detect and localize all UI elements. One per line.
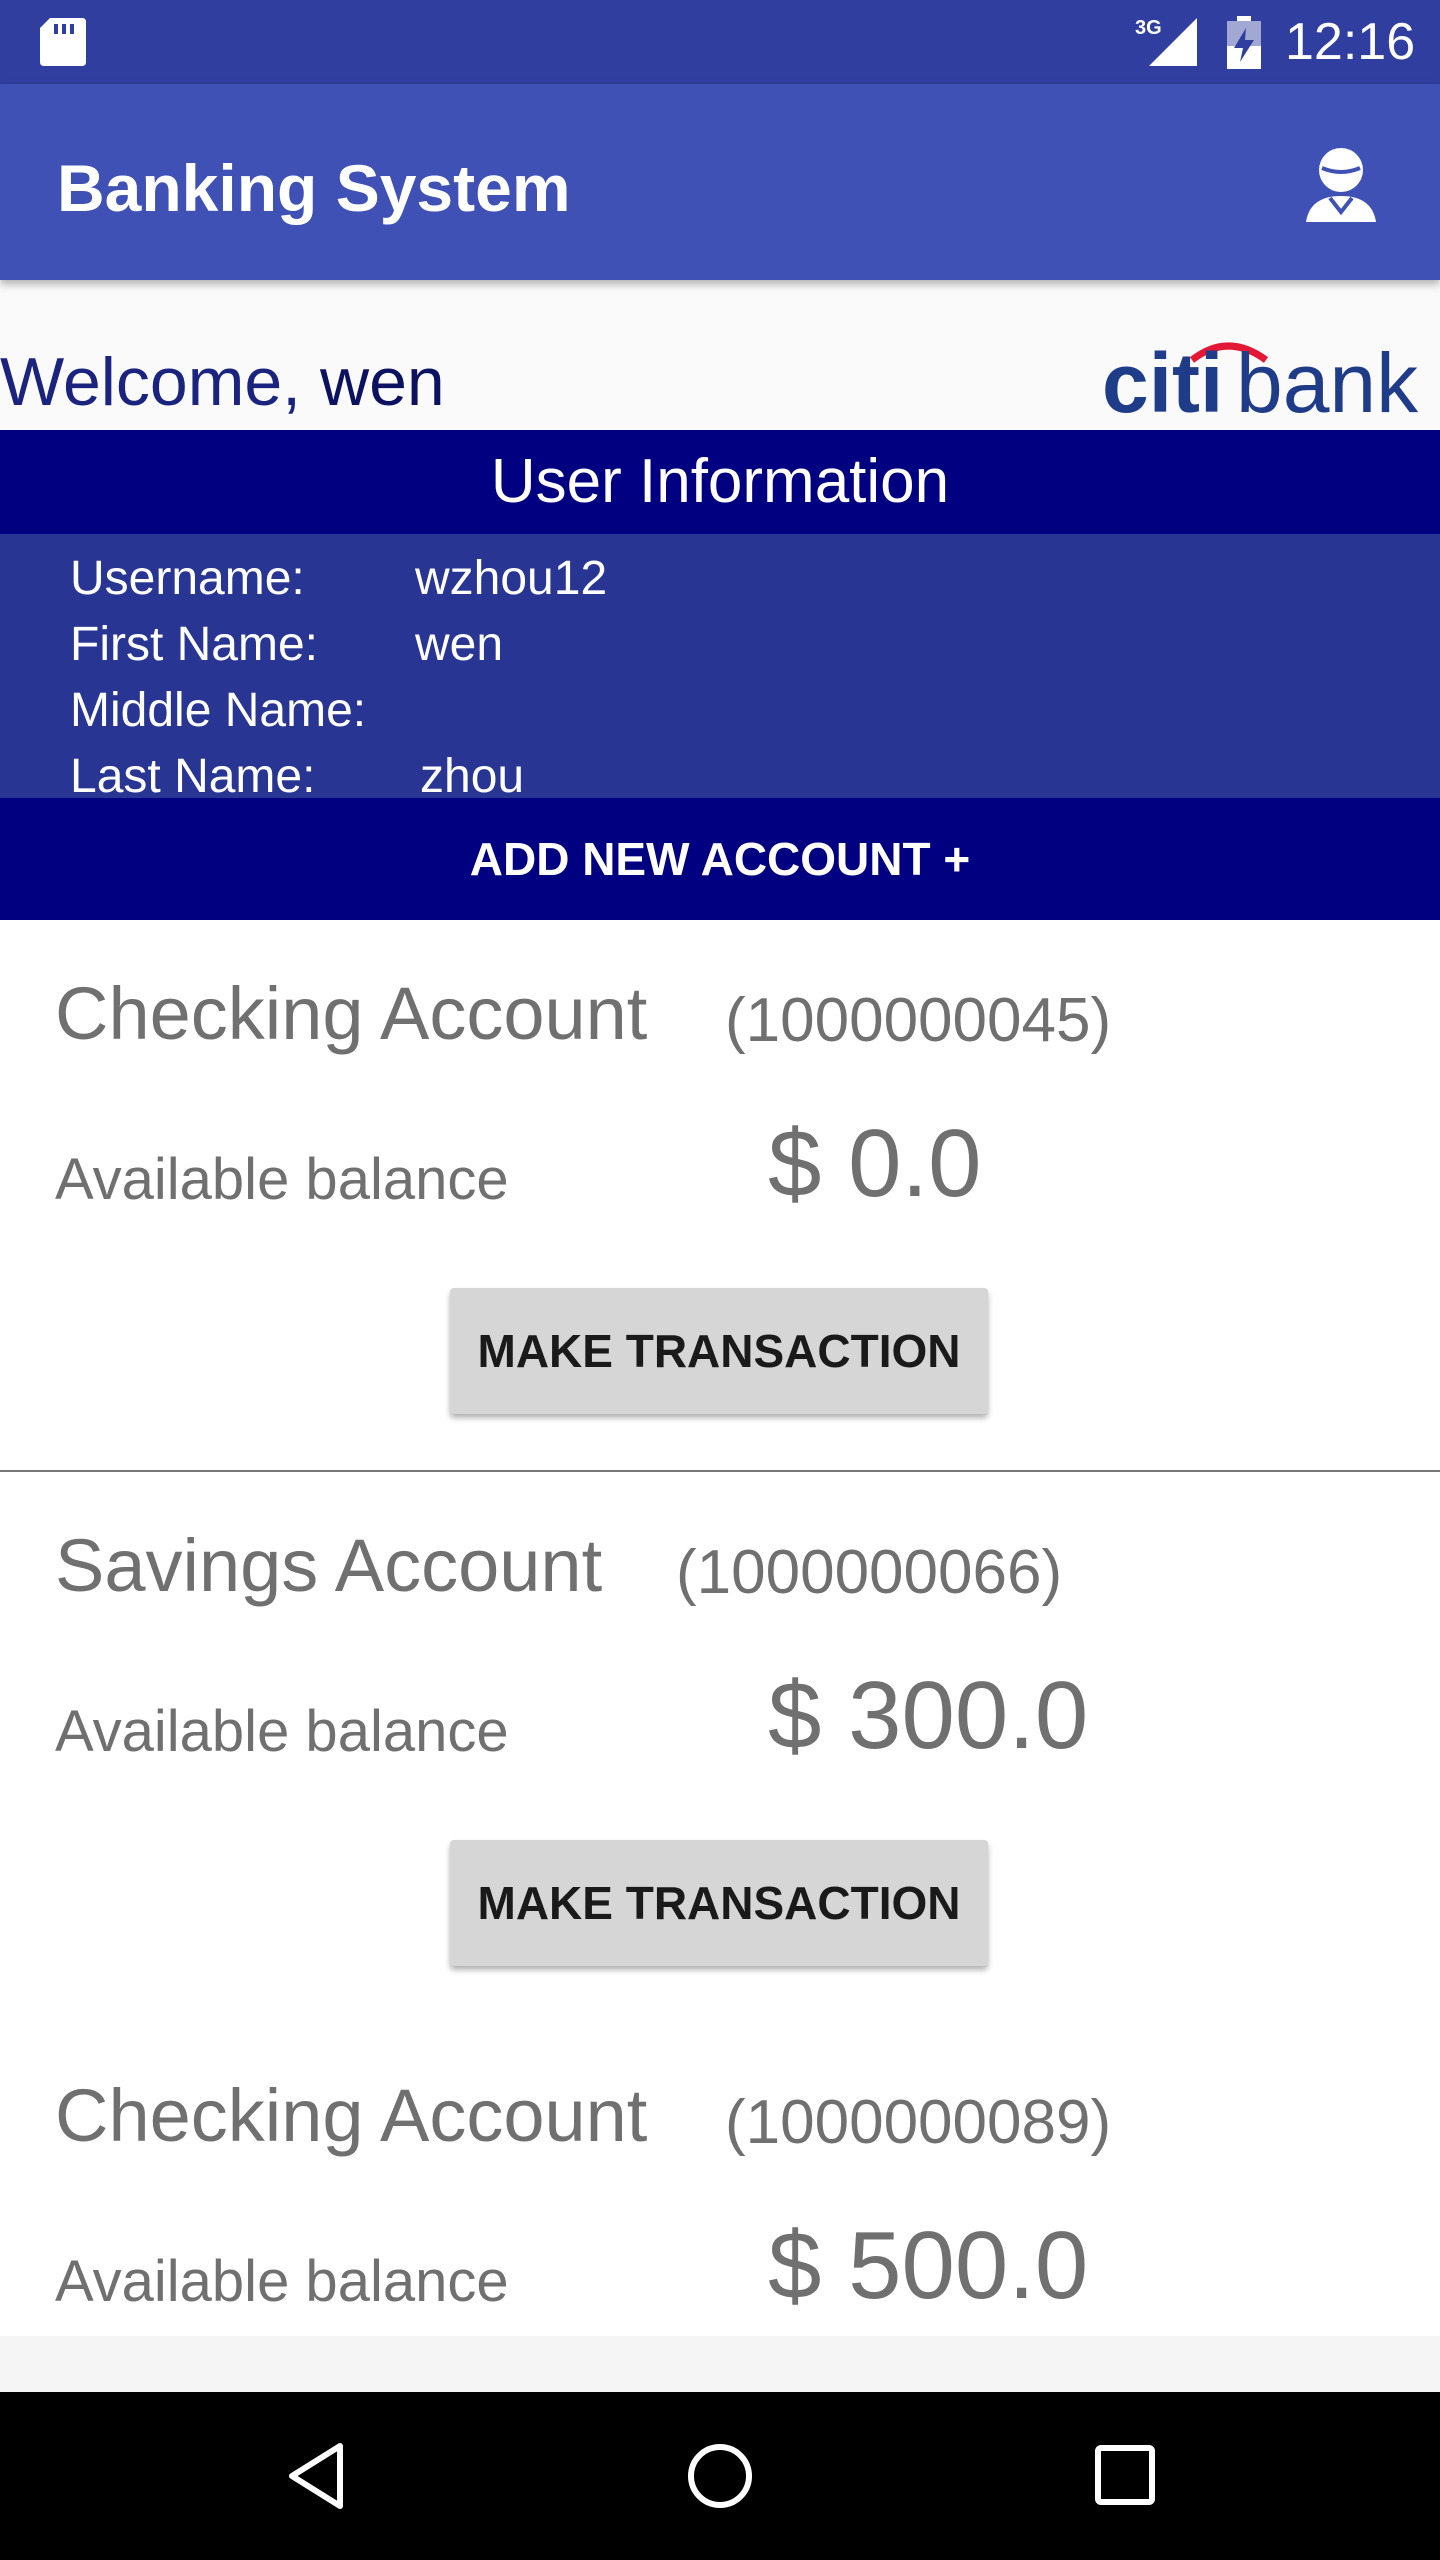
sd-card-icon: [40, 18, 86, 66]
welcome-row: Welcome, wen citi bank: [0, 280, 1440, 430]
status-time: 12:16: [1285, 13, 1416, 71]
balance-amount: $ 300.0: [768, 1662, 1089, 1769]
account-number: (1000000089): [725, 2088, 1112, 2157]
account-type: Checking Account: [55, 2074, 648, 2157]
first-name-value: wen: [415, 618, 504, 671]
account-card: Savings Account (1000000066) Available b…: [0, 1472, 1440, 2025]
add-new-account-button[interactable]: ADD NEW ACCOUNT +: [0, 798, 1440, 920]
user-info-header: User Information: [0, 430, 1440, 534]
balance-label: Available balance: [55, 2249, 509, 2314]
welcome-name: wen: [319, 344, 445, 420]
citibank-logo: citi bank: [1102, 336, 1419, 422]
account-number: (1000000045): [725, 986, 1112, 1055]
user-info-panel: Username: wzhou12 First Name: wen Middle…: [0, 534, 1440, 803]
navigation-bar: [0, 2392, 1440, 2560]
welcome-greeting: Welcome,: [0, 344, 302, 420]
recents-icon[interactable]: [1094, 2444, 1156, 2506]
logo-text-bank: bank: [1236, 336, 1419, 422]
battery-charging-icon: [1227, 16, 1261, 69]
middle-name-label: Middle Name:: [70, 684, 367, 737]
account-icon[interactable]: [1300, 142, 1382, 224]
list-bottom-edge: [0, 2336, 1440, 2392]
account-type: Savings Account: [55, 1524, 603, 1607]
make-transaction-button[interactable]: MAKE TRANSACTION: [450, 1288, 988, 1414]
balance-label: Available balance: [55, 1699, 509, 1764]
balance-label: Available balance: [55, 1147, 509, 1212]
balance-amount: $ 500.0: [768, 2212, 1089, 2319]
username-value: wzhou12: [415, 552, 608, 605]
account-type: Checking Account: [55, 972, 648, 1055]
account-card: Checking Account (1000000089) Available …: [0, 2022, 1440, 2336]
make-transaction-button[interactable]: MAKE TRANSACTION: [450, 1840, 988, 1966]
status-bar: 3G 12:16: [0, 0, 1440, 84]
signal-icon: 3G: [1135, 17, 1197, 66]
welcome-text: Welcome, wen: [0, 342, 445, 422]
account-number: (1000000066): [676, 1538, 1063, 1607]
username-label: Username:: [70, 552, 305, 605]
app-title: Banking System: [57, 151, 571, 225]
account-card: Checking Account (1000000045) Available …: [0, 920, 1440, 1473]
first-name-label: First Name:: [70, 618, 319, 671]
network-type-label: 3G: [1135, 17, 1162, 39]
logo-text-citi: citi: [1102, 336, 1223, 422]
back-icon[interactable]: [282, 2442, 350, 2510]
home-icon[interactable]: [686, 2442, 754, 2510]
app-bar: Banking System: [0, 84, 1440, 280]
balance-amount: $ 0.0: [768, 1110, 982, 1217]
